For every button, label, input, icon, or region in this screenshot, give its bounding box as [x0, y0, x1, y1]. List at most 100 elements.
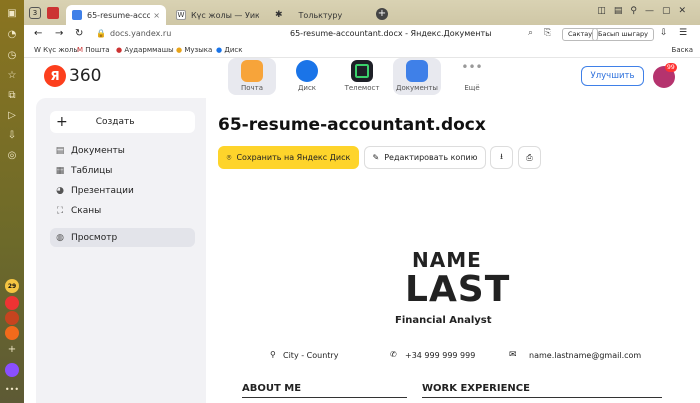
email-icon: ✉ — [509, 350, 517, 360]
close-tab-icon[interactable]: × — [153, 11, 160, 20]
notification-icon[interactable]: ◔ — [5, 27, 19, 41]
mail-tab-icon[interactable] — [47, 7, 59, 19]
disk-icon: ⌾ — [226, 152, 232, 162]
alice-icon[interactable] — [5, 363, 19, 377]
more-icon[interactable]: ••• — [5, 382, 19, 396]
tab-extensions-label: Тольктуру — [298, 10, 343, 20]
service-mail-label: Почта — [240, 84, 264, 92]
bookmarks-bar: W Күс жолы M Пошта ● Аударммашы ● Музыка… — [24, 44, 700, 58]
download-icon[interactable]: ⇩ — [5, 128, 19, 142]
avatar-badge-text: 99 — [667, 64, 675, 71]
service-mail[interactable]: Почта — [228, 58, 276, 95]
sidebar-item-documents[interactable]: ▤ Документы — [50, 141, 195, 160]
play-icon[interactable]: ▷ — [5, 108, 19, 122]
wikipedia-favicon-icon: W — [176, 10, 186, 20]
documents-icon — [406, 60, 428, 82]
resume-role: Financial Analyst — [395, 315, 492, 326]
about-heading: ABOUT ME — [242, 383, 302, 394]
save-to-disk-button[interactable]: ⌾ Сохранить на Яндекс Диск — [218, 146, 359, 169]
tab-resume-label: 65-resume-accountant.d — [87, 10, 151, 20]
weather-badge-text: 29 — [7, 282, 17, 290]
collections-icon[interactable]: ⧉ — [5, 88, 19, 102]
docs-favicon-icon — [72, 10, 82, 20]
location-icon: ⚲ — [270, 350, 276, 359]
work-heading: WORK EXPERIENCE — [422, 383, 530, 394]
sidebar-item-view[interactable]: ◍ Просмотр — [50, 228, 195, 247]
app-pokeball-icon[interactable] — [5, 296, 19, 310]
resume-email: name.lastname@gmail.com — [529, 351, 642, 360]
tabs-counter-icon[interactable]: ▣ — [5, 6, 19, 20]
window-controls[interactable]: ◫▤⚲—▢✕ — [597, 6, 694, 16]
add-app-icon[interactable]: + — [5, 342, 19, 356]
service-documents[interactable]: Документы — [393, 58, 441, 95]
tab-resume[interactable]: 65-resume-accountant.d × — [66, 5, 166, 25]
forward-icon[interactable]: → — [55, 28, 63, 39]
menu-icon[interactable]: ☰ — [679, 28, 687, 38]
work-divider — [422, 397, 662, 398]
bookmark-disk-label: Диск — [224, 46, 243, 54]
sidebar-item-presentations[interactable]: ◕ Презентации — [50, 181, 195, 200]
save-to-disk-label: Сохранить на Яндекс Диск — [236, 153, 351, 162]
presentation-icon: ◕ — [56, 185, 64, 196]
star-icon[interactable]: ☆ — [5, 68, 19, 82]
left-sidebar: + Создать ▤ Документы ▦ Таблицы ◕ Презентац… — [36, 98, 206, 403]
pencil-icon: ✎ — [372, 153, 380, 162]
app-colored-icon[interactable] — [5, 311, 19, 325]
lock-icon: 🔒 — [96, 29, 106, 38]
sidebar-item-tables-label: Таблицы — [71, 165, 113, 176]
tab-extensions[interactable]: ✱ Тольктуру — [269, 5, 364, 25]
address-bar: ← → ↻ 🔒 docs.yandex.ru 65-resume-account… — [24, 25, 700, 44]
resume-city: City - Country — [283, 351, 339, 360]
clock-icon[interactable]: ◷ — [5, 48, 19, 62]
bookmark-wikipedia-label: Күс жолы — [43, 46, 79, 54]
resume-phone: +34 999 999 999 — [405, 351, 476, 360]
service-disk[interactable]: Диск — [283, 58, 331, 95]
puzzle-icon: ✱ — [275, 10, 283, 20]
file-title: 65-resume-accountant.docx — [218, 115, 486, 135]
tab-wikipedia[interactable]: W Күс жолы — Уикипедия — [170, 5, 265, 25]
sidebar-item-scans[interactable]: ⛶ Сканы — [50, 201, 195, 220]
tab-wikipedia-label: Күс жолы — Уикипедия — [191, 10, 259, 20]
print-page-button[interactable]: Басып шыгару — [592, 28, 654, 41]
edit-copy-label: Редактировать копию — [384, 153, 478, 162]
app-orange-icon[interactable] — [5, 326, 19, 340]
reader-icon[interactable]: ⎘ — [544, 28, 551, 38]
edit-copy-button[interactable]: ✎ Редактировать копию — [364, 146, 486, 169]
weather-badge[interactable]: 29 — [5, 279, 19, 293]
screenshot-icon[interactable]: ◎ — [5, 148, 19, 162]
page-title: 65-resume-accountant.docx - Яндекс.Докум… — [290, 29, 492, 38]
tab-counter[interactable]: 3 — [29, 7, 41, 19]
download-button[interactable]: ⭳ — [490, 146, 513, 169]
download-icon[interactable]: ⇩ — [660, 28, 668, 38]
new-tab-icon[interactable]: + — [376, 8, 388, 20]
disk-icon — [296, 60, 318, 82]
upgrade-button[interactable]: Улучшить — [581, 66, 644, 86]
refresh-icon[interactable]: ↻ — [75, 28, 83, 39]
service-telemost[interactable]: Телемост — [338, 58, 386, 95]
print-button[interactable]: ⎙ — [518, 146, 541, 169]
resume-last-name: LAST — [405, 269, 511, 310]
yandex-logo-letter: Я — [50, 69, 60, 83]
translate-icon[interactable]: ⌕ — [528, 28, 533, 38]
sidebar-item-tables[interactable]: ▦ Таблицы — [50, 161, 195, 180]
sidebar-item-presentations-label: Презентации — [71, 185, 134, 196]
yandex-logo[interactable]: Я — [44, 65, 66, 87]
bookmark-translate[interactable]: ● Аударммашы — [116, 46, 174, 54]
printer-icon: ⎙ — [526, 152, 533, 162]
create-button[interactable]: + Создать — [50, 111, 195, 133]
bookmark-music[interactable]: ● Музыка — [176, 46, 212, 54]
url-text[interactable]: docs.yandex.ru — [110, 29, 171, 38]
table-icon: ▦ — [55, 165, 65, 176]
avatar-badge: 99 — [665, 63, 677, 72]
phone-icon: ✆ — [390, 350, 397, 359]
document-icon: ▤ — [55, 145, 65, 156]
service-more[interactable]: ••• Ещё — [448, 58, 496, 95]
create-label: Создать — [95, 117, 135, 127]
bookmark-mail[interactable]: M Пошта — [77, 46, 110, 54]
bookmark-mail-label: Пошта — [85, 46, 110, 54]
other-bookmarks[interactable]: Баска — [672, 46, 693, 54]
mail-icon — [241, 60, 263, 82]
bookmark-disk[interactable]: ● Диск — [216, 46, 242, 54]
bookmark-wikipedia[interactable]: W Күс жолы — [34, 46, 79, 54]
back-icon[interactable]: ← — [34, 28, 42, 39]
